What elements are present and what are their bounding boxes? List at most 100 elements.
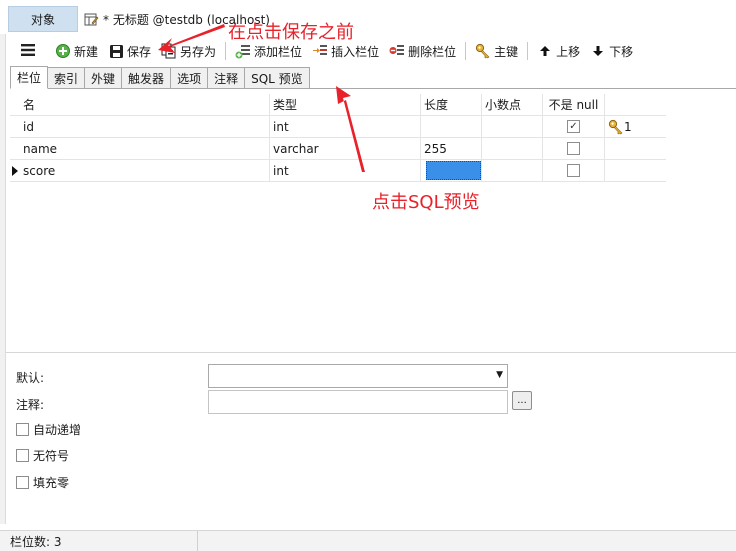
arrow-down-icon xyxy=(590,43,606,59)
new-button-label: 新建 xyxy=(74,44,99,59)
table-row[interactable]: name varchar 255 xyxy=(10,138,666,160)
comment-label: 注释: xyxy=(16,398,45,412)
tab-comment[interactable]: 注释 xyxy=(207,67,246,88)
delete-field-label: 删除栏位 xyxy=(408,44,457,59)
fields-grid: 名 类型 长度 小数点 不是 null id int ✓ 1 name varc… xyxy=(10,94,666,182)
save-as-button-label: 另存为 xyxy=(180,44,217,59)
auto-increment-checkbox[interactable] xyxy=(16,423,29,436)
save-as-button[interactable]: 另存为 xyxy=(156,39,221,63)
properties-divider xyxy=(6,352,736,353)
field-decimals-cell[interactable] xyxy=(482,138,543,159)
key-icon xyxy=(475,43,491,59)
field-key-cell xyxy=(605,160,666,181)
row-indicator xyxy=(10,138,20,159)
primary-key-button[interactable]: 主键 xyxy=(470,39,523,63)
hamburger-icon xyxy=(21,43,35,59)
insert-field-label: 插入栏位 xyxy=(331,44,380,59)
tab-sql-preview-label: SQL 预览 xyxy=(251,71,303,86)
zerofill-checkbox[interactable] xyxy=(16,476,29,489)
not-null-checkbox[interactable] xyxy=(567,164,580,177)
row-indicator-header xyxy=(10,94,20,115)
tab-foreign-keys-label: 外键 xyxy=(91,71,116,86)
field-not-null-cell[interactable] xyxy=(543,138,605,159)
document-tab-bar: 对象 * 无标题 @testdb (localhost)... xyxy=(0,0,736,34)
annotation-before-save: 在点击保存之前 xyxy=(228,22,354,43)
add-field-label: 添加栏位 xyxy=(254,44,303,59)
toolbar-separator xyxy=(465,42,467,60)
move-down-label: 下移 xyxy=(609,44,634,59)
selected-cell-highlight[interactable] xyxy=(426,161,481,180)
field-length-cell[interactable] xyxy=(421,116,482,137)
column-header-not-null[interactable]: 不是 null xyxy=(543,94,605,115)
tab-fields-label: 栏位 xyxy=(17,71,42,85)
unsigned-option[interactable]: 无符号 xyxy=(16,447,69,464)
toolbar-separator xyxy=(225,42,227,60)
zerofill-label: 填充零 xyxy=(33,476,70,490)
table-row[interactable]: score int xyxy=(10,160,666,182)
save-button[interactable]: 保存 xyxy=(103,39,156,63)
tab-comment-label: 注释 xyxy=(214,71,239,86)
move-up-button[interactable]: 上移 xyxy=(532,39,585,63)
field-decimals-cell[interactable] xyxy=(482,160,543,181)
unsigned-checkbox[interactable] xyxy=(16,449,29,462)
current-row-indicator xyxy=(10,160,20,181)
default-label: 默认: xyxy=(16,371,45,385)
chevron-down-icon: ▼ xyxy=(496,370,503,380)
tab-triggers-label: 触发器 xyxy=(128,71,165,86)
auto-increment-label: 自动递增 xyxy=(33,423,82,437)
row-indicator xyxy=(10,116,20,137)
not-null-checkbox-checked[interactable]: ✓ xyxy=(567,120,580,133)
field-length-cell-selected[interactable] xyxy=(421,160,482,181)
field-count-status: 栏位数: 3 xyxy=(0,531,198,551)
field-name-cell[interactable]: score xyxy=(20,160,270,181)
tab-options-label: 选项 xyxy=(177,71,202,86)
toolbar-separator xyxy=(527,42,529,60)
save-icon xyxy=(108,43,124,59)
comment-editor-button[interactable]: ... xyxy=(512,391,532,410)
column-header-length[interactable]: 长度 xyxy=(421,94,482,115)
tab-objects-label: 对象 xyxy=(30,12,55,27)
menu-button[interactable] xyxy=(6,36,50,66)
column-header-type[interactable]: 类型 xyxy=(270,94,421,115)
default-value-select[interactable]: ▼ xyxy=(208,364,508,388)
not-null-checkbox[interactable] xyxy=(567,142,580,155)
tab-objects[interactable]: 对象 xyxy=(8,6,78,32)
grid-header-row: 名 类型 长度 小数点 不是 null xyxy=(10,94,666,116)
field-type-cell[interactable]: int xyxy=(270,160,421,181)
new-table-icon xyxy=(55,43,71,59)
annotation-click-sql-preview: 点击SQL预览 xyxy=(372,192,480,213)
field-key-cell: 1 xyxy=(605,116,666,137)
field-name-cell[interactable]: name xyxy=(20,138,270,159)
auto-increment-option[interactable]: 自动递增 xyxy=(16,421,81,438)
move-down-button[interactable]: 下移 xyxy=(585,39,638,63)
column-header-decimals[interactable]: 小数点 xyxy=(482,94,543,115)
delete-field-icon xyxy=(389,43,405,59)
field-not-null-cell[interactable] xyxy=(543,160,605,181)
delete-field-button[interactable]: 删除栏位 xyxy=(384,39,461,63)
status-bar: 栏位数: 3 xyxy=(0,530,736,551)
new-button[interactable]: 新建 xyxy=(50,39,103,63)
zerofill-option[interactable]: 填充零 xyxy=(16,474,69,491)
designer-tabs: 栏位 索引 外键 触发器 选项 注释 SQL 预览 xyxy=(10,66,736,89)
tab-foreign-keys[interactable]: 外键 xyxy=(84,67,123,88)
insert-field-icon xyxy=(312,43,328,59)
primary-key-order: 1 xyxy=(624,119,632,134)
tab-indexes[interactable]: 索引 xyxy=(47,67,86,88)
field-length-cell[interactable]: 255 xyxy=(421,138,482,159)
field-type-cell[interactable]: int xyxy=(270,116,421,137)
tab-options[interactable]: 选项 xyxy=(170,67,209,88)
field-not-null-cell[interactable]: ✓ xyxy=(543,116,605,137)
toolbar: 新建 保存 另存为 添加栏位 插入栏位 删除栏位 主键 上移 下移 xyxy=(6,36,736,66)
arrow-up-icon xyxy=(537,43,553,59)
field-name-cell[interactable]: id xyxy=(20,116,270,137)
unsigned-label: 无符号 xyxy=(33,449,70,463)
tab-triggers[interactable]: 触发器 xyxy=(121,67,172,88)
add-field-icon xyxy=(235,43,251,59)
column-header-name[interactable]: 名 xyxy=(20,94,270,115)
tab-sql-preview[interactable]: SQL 预览 xyxy=(244,67,310,88)
comment-input[interactable] xyxy=(208,390,508,414)
field-decimals-cell[interactable] xyxy=(482,116,543,137)
tab-fields[interactable]: 栏位 xyxy=(10,66,49,89)
table-row[interactable]: id int ✓ 1 xyxy=(10,116,666,138)
field-type-cell[interactable]: varchar xyxy=(270,138,421,159)
